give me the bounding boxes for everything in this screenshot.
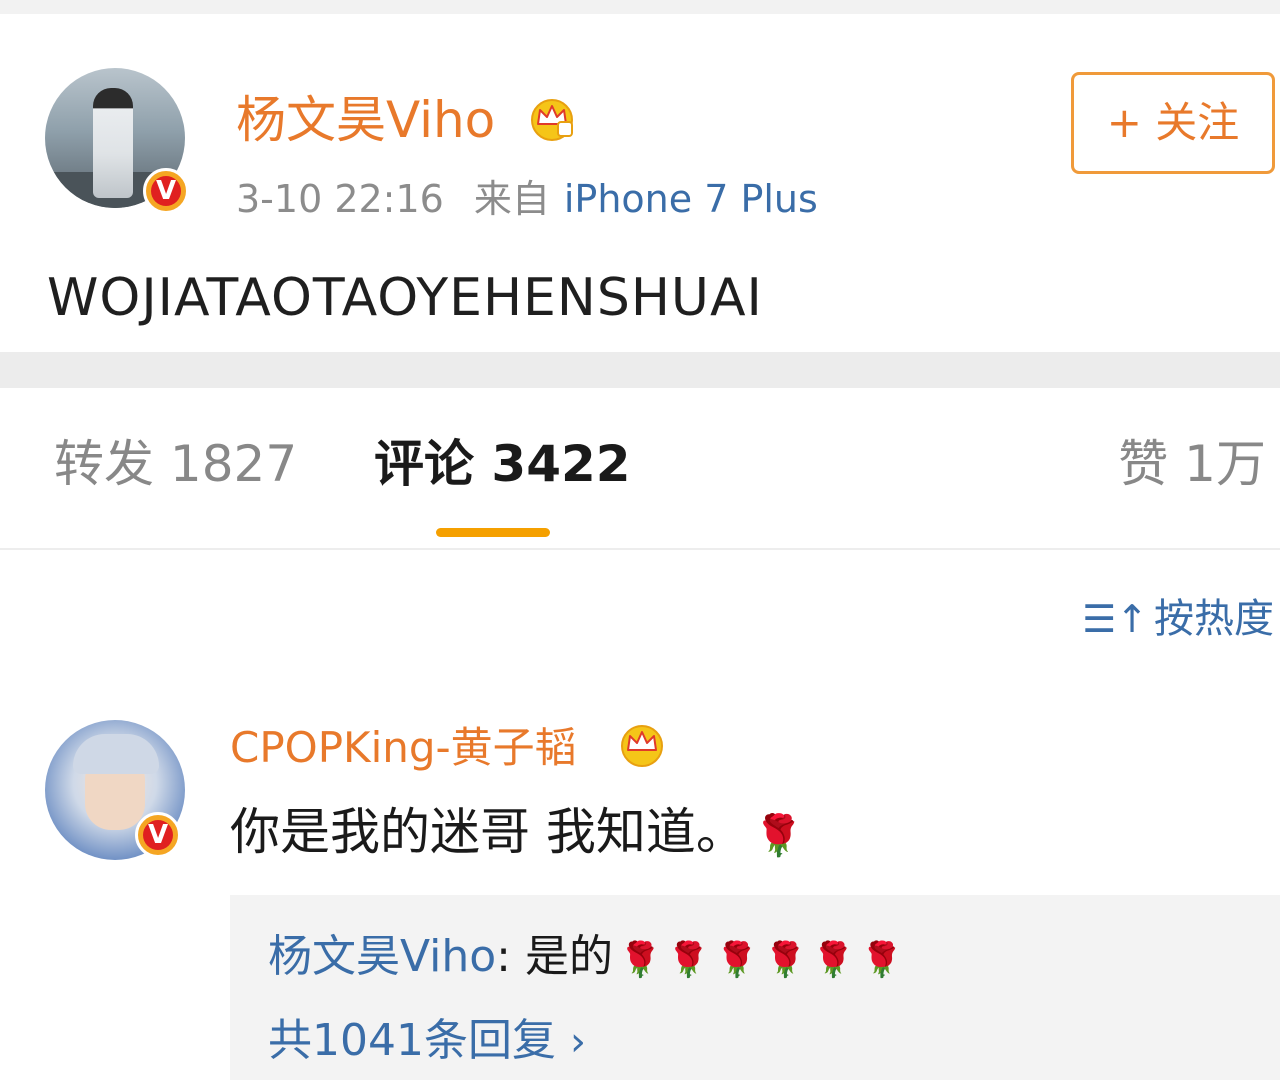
verified-badge-icon: V: [143, 168, 189, 214]
rose-icon: 🌹: [860, 940, 904, 980]
comment-content: 你是我的迷哥 我知道。 🌹: [230, 800, 804, 868]
rose-icon: 🌹: [667, 940, 710, 980]
rose-icon: 🌹: [618, 940, 662, 980]
view-all-replies-link[interactable]: 共1041条回复 ›: [268, 1015, 586, 1068]
reply-author[interactable]: 杨文昊Viho: [268, 931, 496, 982]
crown-badge-icon[interactable]: [618, 720, 666, 768]
tab-like[interactable]: 赞 1万: [1118, 434, 1266, 494]
sort-by-hot-button[interactable]: ☰↑ 按热度: [1082, 594, 1274, 644]
active-tab-indicator: [436, 528, 550, 537]
post-card: V 杨文昊Viho 3-10 22:16 来自 iPhone 7 Plus + 关注…: [0, 14, 1280, 352]
tab-comment[interactable]: 评论 3422: [374, 434, 631, 494]
reply-item: 杨文昊Viho: 是的 🌹 🌹 🌹 🌹 🌹 🌹: [268, 931, 903, 986]
sort-label: 按热度: [1154, 596, 1274, 642]
post-time: 3-10 22:16: [236, 177, 444, 221]
comment-author-name[interactable]: CPOPKing-黄子韬: [230, 722, 577, 774]
verified-badge-icon: V: [135, 812, 181, 858]
rose-icon: 🌹: [764, 940, 807, 980]
top-divider: [0, 0, 1280, 14]
comments-section: ☰↑ 按热度 V CPOPKing-黄子韬 你是我的迷哥 我知道。 🌹 杨文昊Vih…: [0, 550, 1280, 1080]
rose-icon: 🌹: [812, 940, 855, 980]
post-device[interactable]: iPhone 7 Plus: [564, 177, 818, 221]
reply-text: 是的: [524, 931, 613, 982]
tab-repost[interactable]: 转发 1827: [54, 434, 297, 494]
source-prefix: 来自: [473, 177, 550, 221]
post-meta: 3-10 22:16 来自 iPhone 7 Plus: [236, 176, 818, 222]
post-author-name[interactable]: 杨文昊Viho: [236, 92, 495, 148]
rose-icon: 🌹: [753, 813, 804, 859]
follow-button[interactable]: + 关注: [1071, 72, 1275, 174]
post-content: WOJIATAOTAOYEHENSHUAI: [47, 268, 763, 328]
post-tabs: 转发 1827 评论 3422 赞 1万: [0, 388, 1280, 550]
section-gap: [0, 352, 1280, 388]
sort-icon: ☰↑: [1082, 597, 1148, 641]
rose-icon: 🌹: [715, 940, 759, 980]
reply-preview[interactable]: 杨文昊Viho: 是的 🌹 🌹 🌹 🌹 🌹 🌹 共1041条回复 ›: [230, 895, 1280, 1080]
crown-badge-icon[interactable]: [528, 94, 576, 142]
chevron-right-icon: ›: [569, 1019, 586, 1065]
